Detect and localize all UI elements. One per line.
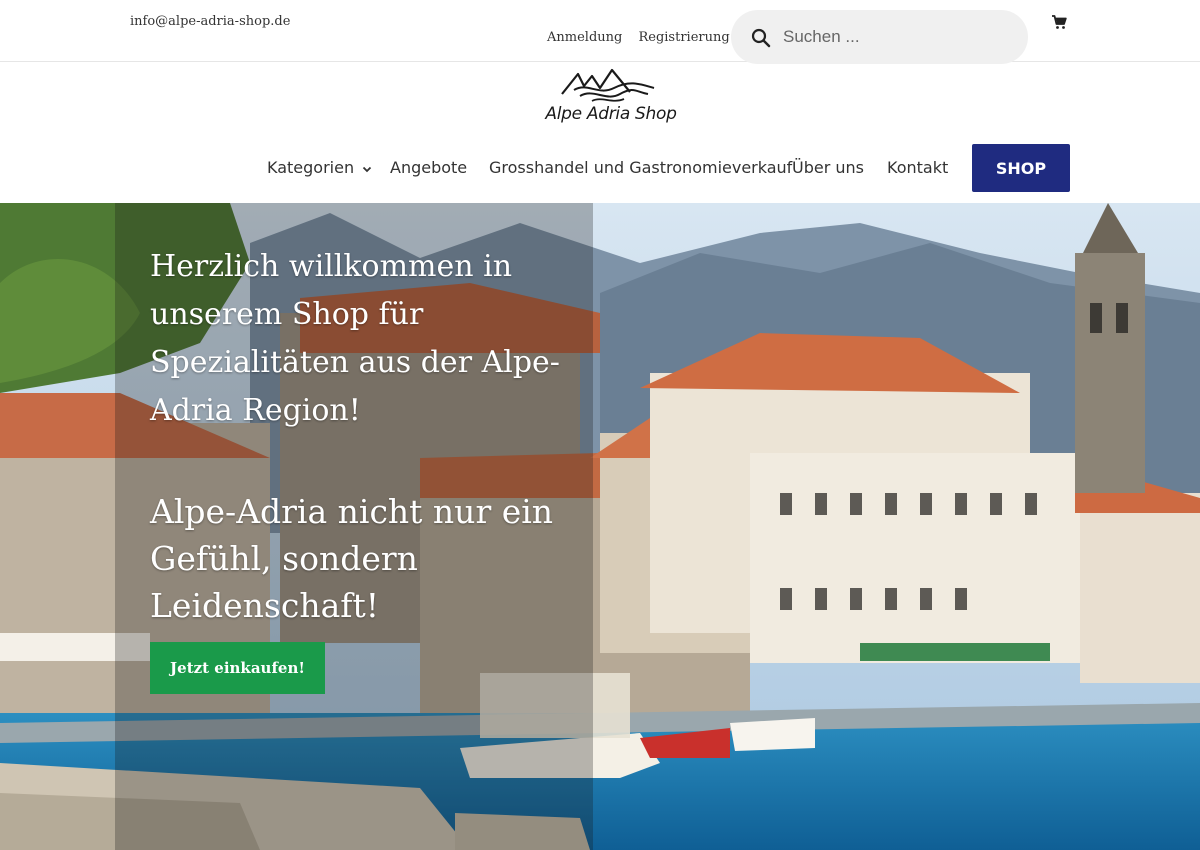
shop-button[interactable]: SHOP [972,144,1070,192]
nav-item-label: Kategorien [267,158,355,177]
search-input[interactable] [781,26,1005,48]
login-link[interactable]: Anmeldung [547,30,622,45]
register-link[interactable]: Registrierung [638,30,729,45]
shop-now-button[interactable]: Jetzt einkaufen! [150,642,325,694]
nav-item-angebote[interactable]: Angebote [390,158,467,177]
nav-item-kontakt[interactable]: Kontakt [887,158,948,177]
hero-subheadline: Alpe-Adria nicht nur ein Gefühl, sondern… [150,492,554,625]
top-bar: info@alpe-adria-shop.de Anmeldung Regist… [0,0,1200,64]
cart-icon[interactable] [1051,15,1067,30]
site-logo[interactable]: Alpe Adria Shop [536,66,686,132]
search-icon[interactable] [751,28,771,48]
search-box[interactable] [731,10,1028,64]
contact-email[interactable]: info@alpe-adria-shop.de [130,14,290,29]
account-links: Anmeldung Registrierung [547,30,742,45]
chevron-down-icon [363,166,372,172]
hero-banner: Herzlich willkommen in unserem Shop für … [0,203,1200,850]
nav-item-ueber-uns[interactable]: Über uns [792,158,864,177]
logo-text: Alpe Adria Shop [545,104,677,124]
logo-mountains-icon [561,68,655,102]
nav-item-grosshandel[interactable]: Grosshandel und Gastronomieverkauf [489,158,792,177]
hero-headline: Herzlich willkommen in unserem Shop für … [150,249,560,428]
nav-item-kategorien[interactable]: Kategorien [267,158,372,177]
